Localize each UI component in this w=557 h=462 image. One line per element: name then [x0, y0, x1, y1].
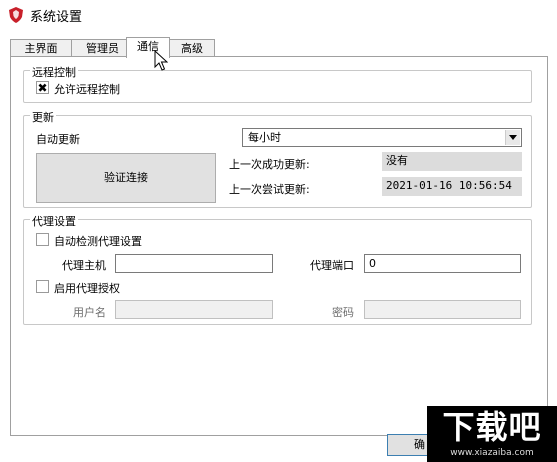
- title-bar: 系统设置: [0, 0, 557, 30]
- username-input[interactable]: [115, 300, 273, 319]
- allow-remote-control-checkbox[interactable]: ✖: [36, 81, 49, 94]
- proxy-port-input[interactable]: 0: [364, 254, 521, 273]
- ok-button-label: 确: [414, 438, 425, 451]
- watermark-url: www.xiazaiba.com: [450, 448, 534, 458]
- tab-label: 管理员: [86, 42, 119, 55]
- update-frequency-value: 每小时: [248, 131, 281, 144]
- auto-update-label: 自动更新: [36, 133, 80, 146]
- allow-remote-control-label: 允许远程控制: [54, 83, 120, 96]
- password-input[interactable]: [364, 300, 521, 319]
- window-title: 系统设置: [30, 10, 83, 25]
- auto-detect-proxy-label: 自动检测代理设置: [54, 235, 142, 248]
- last-attempt-value: 2021-01-16 10:56:54: [382, 177, 522, 196]
- tab-label: 主界面: [24, 42, 58, 55]
- watermark-logo: 下载吧 www.xiazaiba.com: [427, 406, 557, 462]
- tab-main-interface[interactable]: 主界面: [10, 39, 72, 57]
- enable-proxy-auth-checkbox[interactable]: [36, 280, 49, 293]
- last-success-label: 上一次成功更新:: [229, 158, 310, 171]
- auto-detect-proxy-checkbox[interactable]: [36, 233, 49, 246]
- remote-control-title: 远程控制: [30, 64, 78, 80]
- update-frequency-select[interactable]: 每小时: [242, 128, 522, 147]
- username-label: 用户名: [73, 306, 106, 319]
- update-title: 更新: [30, 109, 56, 125]
- checkmark-x-icon: ✖: [37, 80, 48, 95]
- proxy-host-label: 代理主机: [62, 259, 106, 272]
- mouse-cursor-icon: [154, 50, 168, 71]
- proxy-port-label: 代理端口: [310, 259, 354, 272]
- tab-admin[interactable]: 管理员: [71, 39, 134, 57]
- last-success-value: 没有: [382, 152, 522, 171]
- chevron-down-icon[interactable]: [505, 130, 520, 145]
- verify-connection-button[interactable]: 验证连接: [36, 153, 216, 203]
- proxy-title: 代理设置: [30, 213, 78, 229]
- app-shield-icon: [9, 7, 23, 23]
- tab-advanced[interactable]: 高级: [169, 39, 215, 57]
- proxy-host-input[interactable]: [115, 254, 273, 273]
- enable-proxy-auth-label: 启用代理授权: [54, 282, 120, 295]
- password-label: 密码: [332, 306, 354, 319]
- tab-label: 高级: [181, 42, 203, 55]
- last-attempt-label: 上一次尝试更新:: [229, 183, 310, 196]
- watermark-text: 下载吧: [442, 408, 542, 446]
